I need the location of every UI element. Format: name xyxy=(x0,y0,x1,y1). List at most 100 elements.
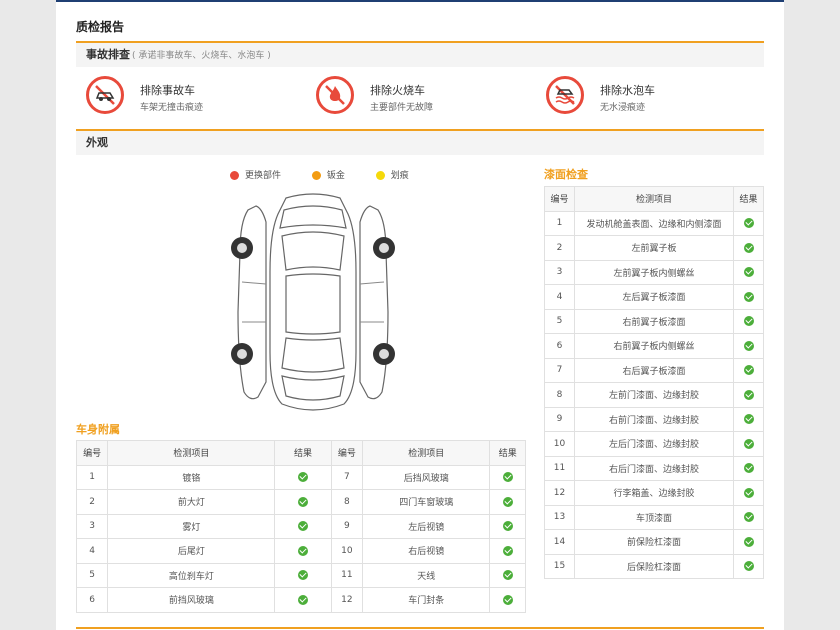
table-row: 12 行李箱盖、边缘封胶 xyxy=(544,480,764,506)
body-parts-table: 编号 检测项目 结果 编号 检测项目 结果 1 镀铬 7 后挡风玻璃 2 前大灯 8 四门车窗… xyxy=(75,440,526,613)
accident-item-desc: 车架无撞击痕迹 xyxy=(140,103,204,113)
item-name: 车门封条 xyxy=(362,587,491,613)
result-cell xyxy=(733,235,764,261)
check-icon xyxy=(743,414,754,424)
check-icon xyxy=(743,389,754,400)
item-number: 14 xyxy=(544,529,575,555)
item-name: 右后门漆面、边缘封胶 xyxy=(573,455,735,481)
item-number: 9 xyxy=(330,513,364,539)
item-number: 2 xyxy=(75,489,109,515)
item-number: 13 xyxy=(544,504,575,530)
item-name: 发动机舱盖表面、边缘和内侧漆面 xyxy=(573,210,735,236)
result-cell xyxy=(489,464,526,490)
table-header-row: 编号 检测项目 结果 编号 检测项目 结果 xyxy=(75,440,526,466)
check-icon xyxy=(298,496,309,507)
result-cell xyxy=(489,513,526,539)
table-row: 6 前挡风玻璃 12 车门封条 xyxy=(75,587,526,613)
result-cell xyxy=(489,489,526,515)
result-cell xyxy=(274,489,332,515)
item-name: 右前翼子板漆面 xyxy=(573,308,735,334)
no-fire-icon xyxy=(316,76,354,114)
item-number: 4 xyxy=(544,284,575,310)
result-cell xyxy=(733,529,764,555)
item-number: 6 xyxy=(75,587,109,613)
legend-label: 更换部件 xyxy=(245,171,282,181)
table-row: 2 左前翼子板 xyxy=(544,235,764,261)
column-header: 结果 xyxy=(489,440,526,466)
result-cell xyxy=(733,431,764,457)
column-header: 检测项目 xyxy=(362,440,491,466)
item-name: 后保险杠漆面 xyxy=(573,553,735,579)
item-number: 7 xyxy=(544,357,575,383)
item-number: 10 xyxy=(330,538,364,564)
check-icon xyxy=(298,570,309,580)
item-number: 8 xyxy=(330,489,364,515)
item-number: 5 xyxy=(75,562,109,588)
red-dot-icon xyxy=(230,171,239,180)
table-row: 3 雾灯 9 左后视镜 xyxy=(75,513,526,539)
item-name: 右后翼子板漆面 xyxy=(573,357,735,383)
item-name: 左后翼子板漆面 xyxy=(573,284,735,310)
result-cell xyxy=(733,333,764,359)
item-number: 5 xyxy=(544,308,575,334)
accident-header-label: 事故排查 xyxy=(86,48,130,61)
check-icon xyxy=(743,487,754,498)
item-name: 左后视镜 xyxy=(362,513,491,539)
result-cell xyxy=(489,587,526,613)
item-number: 1 xyxy=(75,464,109,490)
item-number: 11 xyxy=(330,562,364,588)
result-cell xyxy=(733,284,764,310)
legend-item-scratch: 划痕 xyxy=(375,168,409,181)
check-icon xyxy=(502,545,513,556)
result-cell xyxy=(489,562,526,588)
table-row: 4 左后翼子板漆面 xyxy=(544,284,764,310)
result-cell xyxy=(489,538,526,564)
column-header: 编号 xyxy=(75,440,109,466)
item-number: 3 xyxy=(75,513,109,539)
check-icon xyxy=(743,291,754,302)
column-header: 结果 xyxy=(733,186,764,212)
section-divider xyxy=(76,627,764,629)
check-icon xyxy=(298,545,309,556)
result-cell xyxy=(733,357,764,383)
body-parts-title: 车身附属 xyxy=(76,423,120,436)
table-row: 1 发动机舱盖表面、边缘和内侧漆面 xyxy=(544,210,764,236)
result-cell xyxy=(733,480,764,506)
column-header: 编号 xyxy=(330,440,364,466)
item-name: 车顶漆面 xyxy=(573,504,735,530)
legend-item-sheet-metal: 钣金 xyxy=(311,168,345,181)
legend-label: 划痕 xyxy=(390,171,409,181)
accident-item-title: 排除事故车 xyxy=(140,84,195,97)
table-row: 3 左前翼子板内侧螺丝 xyxy=(544,259,764,285)
result-cell xyxy=(733,210,764,236)
check-icon xyxy=(743,218,754,228)
appearance-header-label: 外观 xyxy=(86,136,108,149)
item-number: 15 xyxy=(544,553,575,579)
item-name: 前保险杠漆面 xyxy=(573,529,735,555)
item-number: 2 xyxy=(544,235,575,261)
result-cell xyxy=(274,513,332,539)
item-name: 前大灯 xyxy=(107,489,276,515)
accident-item-desc: 主要部件无故障 xyxy=(370,103,434,113)
item-number: 8 xyxy=(544,382,575,408)
item-name: 行李箱盖、边缘封胶 xyxy=(573,480,735,506)
check-icon xyxy=(298,521,309,531)
accident-item-title: 排除火烧车 xyxy=(370,84,425,97)
table-row: 13 车顶漆面 xyxy=(544,504,764,530)
item-name: 左前翼子板 xyxy=(573,235,735,261)
result-cell xyxy=(733,455,764,481)
check-icon xyxy=(743,340,754,351)
paint-check-title: 漆面检查 xyxy=(544,168,588,181)
item-number: 10 xyxy=(544,431,575,457)
item-name: 高位刹车灯 xyxy=(107,562,276,588)
orange-dot-icon xyxy=(311,171,321,180)
item-name: 后尾灯 xyxy=(107,538,276,564)
item-number: 7 xyxy=(330,464,364,490)
item-number: 12 xyxy=(544,480,575,506)
check-icon xyxy=(743,316,754,326)
accident-checks: 排除事故车 车架无撞击痕迹 排除火烧车 主要部件无故障 排除水泡车 无水浸痕迹 xyxy=(76,68,764,128)
table-row: 2 前大灯 8 四门车窗玻璃 xyxy=(75,489,526,515)
car-outline-diagram xyxy=(231,193,395,411)
result-cell xyxy=(274,587,332,613)
item-number: 1 xyxy=(544,210,575,236)
